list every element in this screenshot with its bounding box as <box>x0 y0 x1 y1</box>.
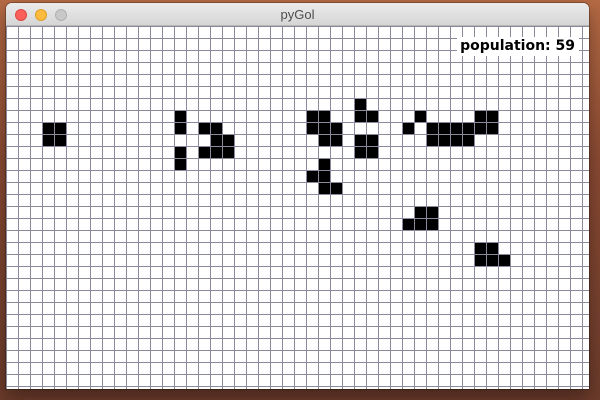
live-cell[interactable] <box>174 146 186 158</box>
live-cell[interactable] <box>426 206 438 218</box>
live-cell[interactable] <box>318 182 330 194</box>
live-cell[interactable] <box>414 206 426 218</box>
live-cell[interactable] <box>366 134 378 146</box>
live-cell[interactable] <box>198 146 210 158</box>
live-cell[interactable] <box>438 134 450 146</box>
live-cell[interactable] <box>354 110 366 122</box>
live-cell[interactable] <box>366 110 378 122</box>
live-cell[interactable] <box>210 146 222 158</box>
live-cell[interactable] <box>450 122 462 134</box>
live-cell[interactable] <box>426 134 438 146</box>
live-cell[interactable] <box>414 218 426 230</box>
game-of-life-grid[interactable] <box>6 26 589 389</box>
live-cell[interactable] <box>474 122 486 134</box>
live-cell[interactable] <box>426 218 438 230</box>
live-cell[interactable] <box>474 242 486 254</box>
live-cell[interactable] <box>426 122 438 134</box>
live-cell[interactable] <box>450 134 462 146</box>
live-cell[interactable] <box>54 134 66 146</box>
live-cell[interactable] <box>54 122 66 134</box>
live-cell[interactable] <box>486 110 498 122</box>
live-cell[interactable] <box>402 122 414 134</box>
live-cell[interactable] <box>306 122 318 134</box>
live-cell[interactable] <box>402 218 414 230</box>
live-cell[interactable] <box>474 254 486 266</box>
live-cell[interactable] <box>354 134 366 146</box>
live-cell[interactable] <box>438 122 450 134</box>
live-cell[interactable] <box>174 110 186 122</box>
live-cell[interactable] <box>318 110 330 122</box>
app-window: pyGol population: 59 <box>6 3 589 389</box>
live-cell[interactable] <box>486 122 498 134</box>
live-cell[interactable] <box>486 254 498 266</box>
live-cell[interactable] <box>354 98 366 110</box>
title-bar[interactable]: pyGol <box>6 3 589 26</box>
live-cell[interactable] <box>198 122 210 134</box>
live-cell[interactable] <box>354 146 366 158</box>
live-cell[interactable] <box>498 254 510 266</box>
live-cell[interactable] <box>210 134 222 146</box>
window-title: pyGol <box>280 7 315 22</box>
live-cell[interactable] <box>330 122 342 134</box>
live-cell[interactable] <box>222 134 234 146</box>
live-cell[interactable] <box>306 110 318 122</box>
live-cell[interactable] <box>330 134 342 146</box>
live-cell[interactable] <box>174 158 186 170</box>
live-cell[interactable] <box>42 122 54 134</box>
live-cell[interactable] <box>330 182 342 194</box>
live-cell[interactable] <box>474 110 486 122</box>
live-cell[interactable] <box>318 122 330 134</box>
live-cell[interactable] <box>486 242 498 254</box>
live-cell[interactable] <box>174 122 186 134</box>
live-cell[interactable] <box>306 170 318 182</box>
live-cell[interactable] <box>414 110 426 122</box>
game-canvas-area[interactable]: population: 59 <box>6 26 589 389</box>
live-cell[interactable] <box>318 134 330 146</box>
live-cell[interactable] <box>210 122 222 134</box>
grid-background <box>6 26 589 389</box>
live-cell[interactable] <box>462 134 474 146</box>
live-cell[interactable] <box>462 122 474 134</box>
live-cell[interactable] <box>366 146 378 158</box>
live-cell[interactable] <box>222 146 234 158</box>
live-cell[interactable] <box>318 170 330 182</box>
population-counter: population: 59 <box>457 37 579 56</box>
live-cell[interactable] <box>318 158 330 170</box>
live-cell[interactable] <box>42 134 54 146</box>
